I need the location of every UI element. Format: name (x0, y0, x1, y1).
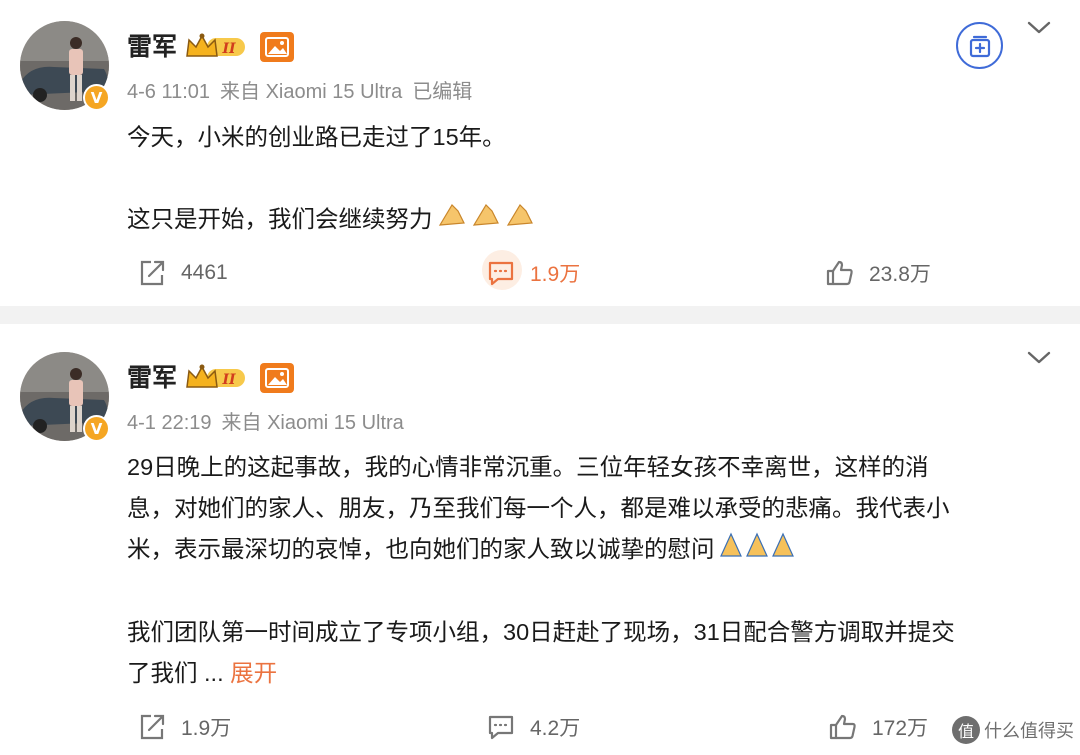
photo-badge-icon (260, 363, 294, 393)
vip-crown-badge-icon: II (185, 363, 247, 393)
text-span: 了我们 (127, 660, 198, 687)
chevron-down-icon[interactable] (1026, 20, 1052, 36)
text-line: 29日晚上的这起事故，我的心情非常沉重。三位年轻女孩不幸离世，这样的消 (127, 454, 929, 480)
thumbs-up-icon (826, 260, 853, 286)
text-line: 今天，小米的创业路已走过了15年。 (127, 124, 506, 150)
repost-count: 1.9万 (181, 717, 232, 740)
text-line: 这只是开始，我们会继续努力 (127, 199, 1047, 242)
repost-button[interactable]: 1.9万 (137, 707, 231, 747)
watermark-logo-icon: 值 (952, 716, 980, 744)
comment-icon (488, 715, 514, 740)
comment-count: 4.2万 (530, 717, 581, 740)
watermark-text: 什么值得买 (984, 721, 1074, 741)
thumbs-up-icon (829, 714, 856, 740)
post-text: 29日晚上的这起事故，我的心情非常沉重。三位年轻女孩不幸离世，这样的消 息，对她… (127, 447, 1047, 694)
praying-hands-emoji-icon (718, 530, 798, 571)
weibo-post: V 雷军 II 4-1 22:19 来自 Xiaomi 15 Ultra 29日晚… (0, 324, 1080, 755)
ellipsis: ... (197, 660, 224, 687)
post-meta: 4-1 22:19 来自 Xiaomi 15 Ultra (127, 410, 414, 436)
comment-button[interactable]: 1.9万 (486, 253, 580, 293)
verified-badge-icon: V (83, 84, 110, 111)
weibo-post: V 雷军 II 4-6 11:01 来自 Xiaomi 15 Ultra 已编辑 今… (0, 0, 1080, 306)
expand-link[interactable]: 展开 (230, 660, 277, 686)
post-divider (0, 306, 1080, 324)
post-text: 今天，小米的创业路已走过了15年。 这只是开始，我们会继续努力 (127, 117, 1047, 242)
watermark: 值 什么值得买 (952, 716, 1074, 744)
verified-badge-icon: V (83, 415, 110, 442)
text-line: 米，表示最深切的哀悼，也向她们的家人致以诚挚的慰问 (127, 529, 1047, 571)
vip-crown-badge-icon: II (185, 32, 247, 62)
comment-button[interactable]: 4.2万 (486, 707, 580, 747)
post-actions: 4461 1.9万 23.8万 (0, 250, 1080, 293)
hands-emoji-icon (436, 199, 538, 242)
like-button[interactable]: 172万 (828, 707, 928, 747)
svg-text:II: II (221, 41, 236, 57)
author-name[interactable]: 雷军 (127, 363, 177, 393)
post-source: 来自 Xiaomi 15 Ultra (220, 81, 403, 103)
post-date: 4-6 11:01 (127, 81, 211, 103)
post-source: 来自 Xiaomi 15 Ultra (221, 412, 404, 434)
svg-text:II: II (221, 372, 236, 388)
edited-label: 已编辑 (412, 81, 473, 103)
add-follow-icon (969, 35, 990, 57)
repost-button[interactable]: 4461 (137, 253, 228, 293)
like-button[interactable]: 23.8万 (825, 253, 931, 293)
comment-count: 1.9万 (530, 263, 581, 286)
post-date: 4-1 22:19 (127, 412, 212, 434)
share-icon (140, 260, 165, 286)
text-line: 我们团队第一时间成立了专项小组，30日赶赴了现场，31日配合警方调取并提交 (127, 619, 955, 646)
post-actions: 1.9万 4.2万 172万 (0, 707, 1080, 747)
like-count: 172万 (872, 717, 929, 740)
text-span: 米，表示最深切的哀悼，也向她们的家人致以诚挚的慰问 (127, 536, 715, 562)
text-span: 这只是开始，我们会继续努力 (127, 206, 433, 232)
text-line: 息，对她们的家人、朋友，乃至我们每一个人，都是难以承受的悲痛。我代表小 (127, 495, 950, 521)
post-meta: 4-6 11:01 来自 Xiaomi 15 Ultra 已编辑 (127, 79, 482, 105)
chevron-down-icon[interactable] (1026, 350, 1052, 366)
author-name[interactable]: 雷军 (127, 32, 177, 62)
text-line: 了我们 ... 展开 (127, 653, 1047, 694)
repost-count: 4461 (181, 261, 228, 284)
like-count: 23.8万 (869, 263, 931, 286)
follow-button[interactable] (956, 22, 1003, 69)
comment-icon (488, 261, 514, 286)
share-icon (140, 714, 165, 740)
photo-badge-icon (260, 32, 294, 62)
